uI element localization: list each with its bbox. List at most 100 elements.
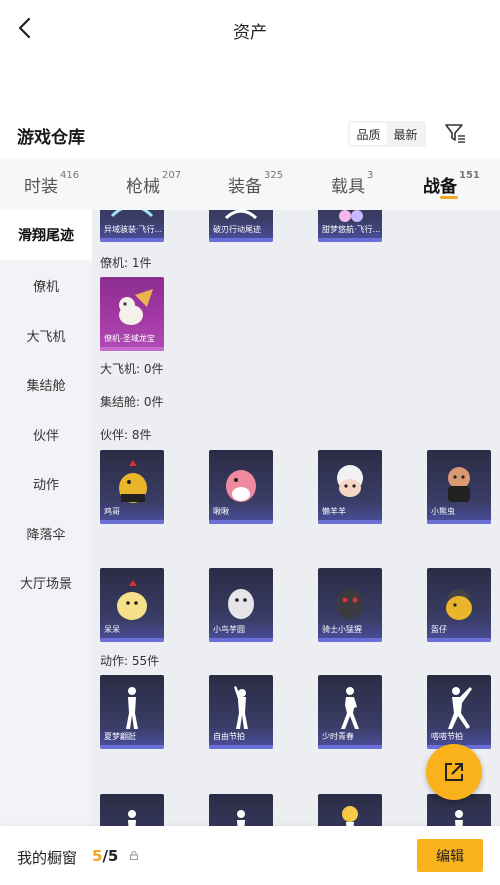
sidebar-item-wingman[interactable]: 僚机 <box>0 260 92 310</box>
dancer-silhouette-icon <box>342 806 358 826</box>
tab-fashion[interactable]: 时装416 <box>24 170 80 197</box>
sidebar-item-capsule[interactable]: 集结舱 <box>0 359 92 409</box>
rarity-bar <box>100 347 164 351</box>
item-card[interactable]: 少时青春 <box>318 675 382 749</box>
sidebar-item-parachute[interactable]: 降落伞 <box>0 508 92 558</box>
item-card[interactable]: 嗒嗒节拍 <box>427 675 491 749</box>
sidebar-item-glide-trail[interactable]: 滑翔尾迹 <box>0 210 92 260</box>
sidebar-item-action[interactable]: 动作 <box>0 458 92 508</box>
sort-quality-button[interactable]: 品质 <box>350 123 387 145</box>
sort-toggle: 品质 最新 <box>348 121 426 147</box>
rarity-bar <box>209 745 273 749</box>
showcase-current: 5 <box>92 847 103 865</box>
item-name: 异域骇装·飞行... <box>104 225 163 234</box>
item-card[interactable]: 破刃行动尾迹 <box>209 210 273 242</box>
tab-guns[interactable]: 枪械207 <box>126 170 182 197</box>
item-card[interactable]: 呆呆 <box>100 568 164 642</box>
item-name: 小熊虫 <box>431 507 455 516</box>
edit-button[interactable]: 编辑 <box>417 839 483 872</box>
yellow-chick-icon <box>117 580 147 620</box>
rarity-bar <box>209 638 273 642</box>
tab-count: 325 <box>264 170 284 181</box>
item-card[interactable] <box>318 794 382 826</box>
rarity-bar <box>209 520 273 524</box>
dancer-silhouette-icon <box>237 810 245 826</box>
item-name: 盔仔 <box>431 625 447 634</box>
group-label-wingman: 僚机: 1件 <box>100 256 152 270</box>
item-card[interactable]: 异域骇装·飞行... <box>100 210 164 242</box>
item-name: 鸡哥 <box>104 507 120 516</box>
section-title: 游戏仓库 <box>17 128 85 148</box>
chicken-icon <box>119 460 147 503</box>
sidebar-item-big-plane[interactable]: 大飞机 <box>0 310 92 360</box>
share-icon <box>445 763 463 781</box>
item-name: 甜梦悠航·飞行... <box>322 225 381 234</box>
rarity-bar <box>100 745 164 749</box>
item-card[interactable]: 骑士小猛猩 <box>318 568 382 642</box>
share-button[interactable] <box>426 744 482 800</box>
tab-battle-prep[interactable]: 战备151 <box>423 170 480 197</box>
dancer-silhouette-icon <box>128 810 136 826</box>
item-card[interactable]: 啾啾 <box>209 450 273 524</box>
item-card[interactable]: 盔仔 <box>427 568 491 642</box>
dancer-silhouette-icon <box>448 687 472 729</box>
tab-count: 207 <box>162 170 182 181</box>
item-name: 夏梦翩跹 <box>104 732 136 741</box>
page-title: 资产 <box>233 23 267 43</box>
category-tabs: 时装416 枪械207 装备325 载具3 战备151 <box>0 158 500 210</box>
item-card[interactable]: 小熊虫 <box>427 450 491 524</box>
item-name: 骑士小猛猩 <box>322 625 362 634</box>
tab-label: 载具 <box>331 177 365 197</box>
rarity-bar <box>318 520 382 524</box>
tab-equipment[interactable]: 装备325 <box>228 170 284 197</box>
rarity-bar <box>100 238 164 242</box>
active-tab-indicator <box>440 196 458 199</box>
group-label-capsule: 集结舱: 0件 <box>100 395 164 409</box>
item-name: 僚机-圣域龙宝 <box>104 334 155 343</box>
rarity-bar <box>318 238 382 242</box>
sidebar-item-lobby-scene[interactable]: 大厅场景 <box>0 557 92 607</box>
tab-vehicles[interactable]: 载具3 <box>331 170 374 197</box>
item-name: 自由节拍 <box>213 732 245 741</box>
tab-count: 3 <box>367 170 374 181</box>
item-card[interactable]: 鸡哥 <box>100 450 164 524</box>
item-card[interactable] <box>100 794 164 826</box>
tab-label: 装备 <box>228 177 262 197</box>
tab-label: 时装 <box>24 177 58 197</box>
group-label-partner: 伙伴: 8件 <box>100 428 152 442</box>
rarity-bar <box>318 638 382 642</box>
sidebar-item-partner[interactable]: 伙伴 <box>0 409 92 459</box>
pink-bird-icon <box>226 470 256 502</box>
sort-newest-button[interactable]: 最新 <box>387 123 424 145</box>
item-card[interactable] <box>209 794 273 826</box>
item-card[interactable]: 自由节拍 <box>209 675 273 749</box>
item-card[interactable]: 夏梦翩跹 <box>100 675 164 749</box>
item-card[interactable]: 甜梦悠航·飞行... <box>318 210 382 242</box>
bear-icon <box>448 467 470 502</box>
item-name: 呆呆 <box>104 625 120 634</box>
item-card[interactable]: 懒羊羊 <box>318 450 382 524</box>
small-bird-icon <box>228 589 254 619</box>
item-name: 少时青春 <box>322 732 354 741</box>
lock-icon <box>130 851 138 860</box>
rarity-bar <box>100 520 164 524</box>
tab-count: 416 <box>60 170 80 181</box>
item-name: 小鸟芋圆 <box>213 625 245 634</box>
dancer-silhouette-icon <box>234 686 248 729</box>
item-card[interactable]: 僚机-圣域龙宝 <box>100 277 164 351</box>
group-label-big-plane: 大飞机: 0件 <box>100 362 164 376</box>
top-bar: 资产 <box>0 0 500 58</box>
item-card[interactable]: 小鸟芋圆 <box>209 568 273 642</box>
gorilla-icon <box>336 589 364 619</box>
item-name: 破刃行动尾迹 <box>213 225 261 234</box>
rarity-bar <box>100 638 164 642</box>
helmet-duck-icon <box>446 589 472 620</box>
showcase-total: /5 <box>102 847 119 865</box>
dancer-silhouette-icon <box>126 687 138 729</box>
filter-icon[interactable] <box>444 122 466 144</box>
rarity-bar <box>427 638 491 642</box>
showcase-label: 我的橱窗 <box>17 849 78 867</box>
item-name: 懒羊羊 <box>322 507 346 516</box>
showcase-count: 5/5 <box>92 847 118 865</box>
sheep-icon <box>337 465 363 497</box>
